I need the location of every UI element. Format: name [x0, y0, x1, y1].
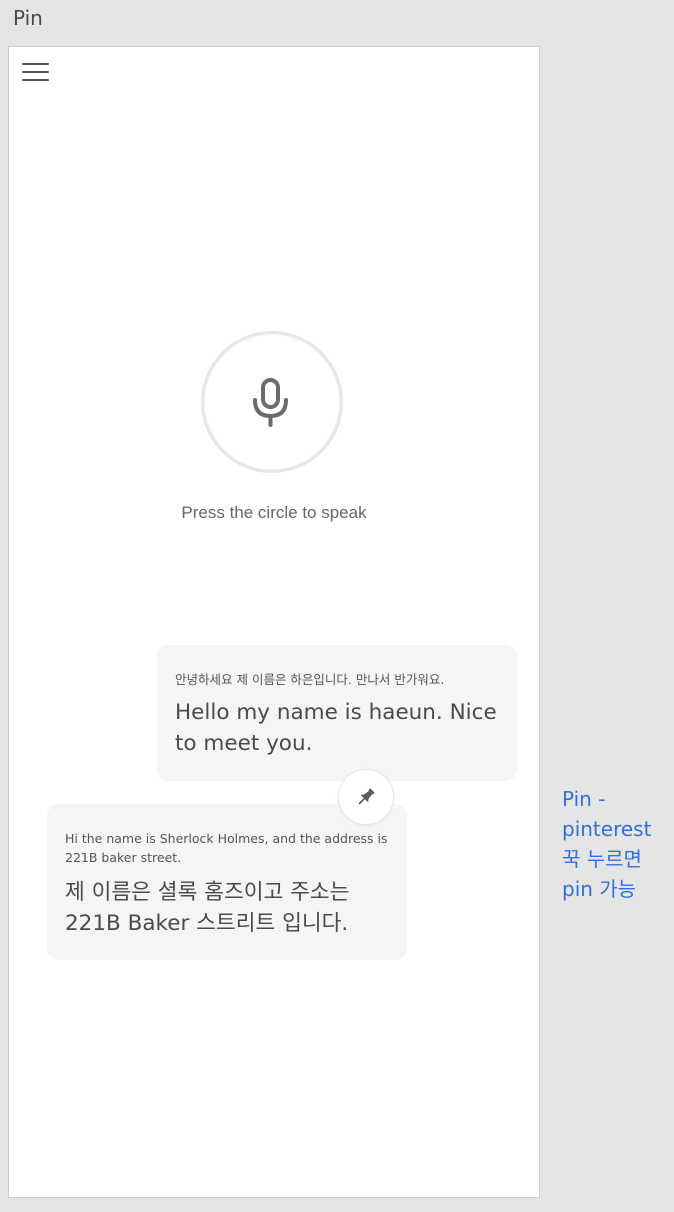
- message-source-text: Hi the name is Sherlock Holmes, and the …: [65, 831, 388, 865]
- annotation-line: 꾹 누르면: [562, 847, 642, 871]
- pin-button[interactable]: [338, 769, 394, 825]
- hamburger-menu-icon[interactable]: [22, 61, 50, 83]
- message-bubble[interactable]: 안녕하세요 제 이름은 하은입니다. 만나서 반가워요. Hello my na…: [157, 645, 517, 781]
- message-source-text: 안녕하세요 제 이름은 하은입니다. 만나서 반가워요.: [175, 672, 445, 687]
- annotation-line: pinterest: [562, 817, 652, 841]
- message-bubble[interactable]: Hi the name is Sherlock Holmes, and the …: [47, 804, 407, 960]
- annotation-line: Pin -: [562, 787, 606, 811]
- design-annotation: Pin - pinterest 꾹 누르면 pin 가능: [562, 784, 672, 904]
- pin-icon: [358, 788, 375, 805]
- phone-frame: Press the circle to speak 안녕하세요 제 이름은 하은…: [8, 46, 540, 1198]
- page-label: Pin: [13, 6, 43, 30]
- microphone-icon: [253, 378, 288, 427]
- annotation-line: pin 가능: [562, 877, 637, 901]
- speak-hint: Press the circle to speak: [181, 503, 367, 522]
- message-translated-text: 제 이름은 셜록 홈즈이고 주소는 221B Baker 스트리트 입니다.: [65, 880, 350, 936]
- message-translated-text: Hello my name is haeun. Nice to meet you…: [175, 700, 497, 756]
- mic-button[interactable]: [201, 331, 343, 473]
